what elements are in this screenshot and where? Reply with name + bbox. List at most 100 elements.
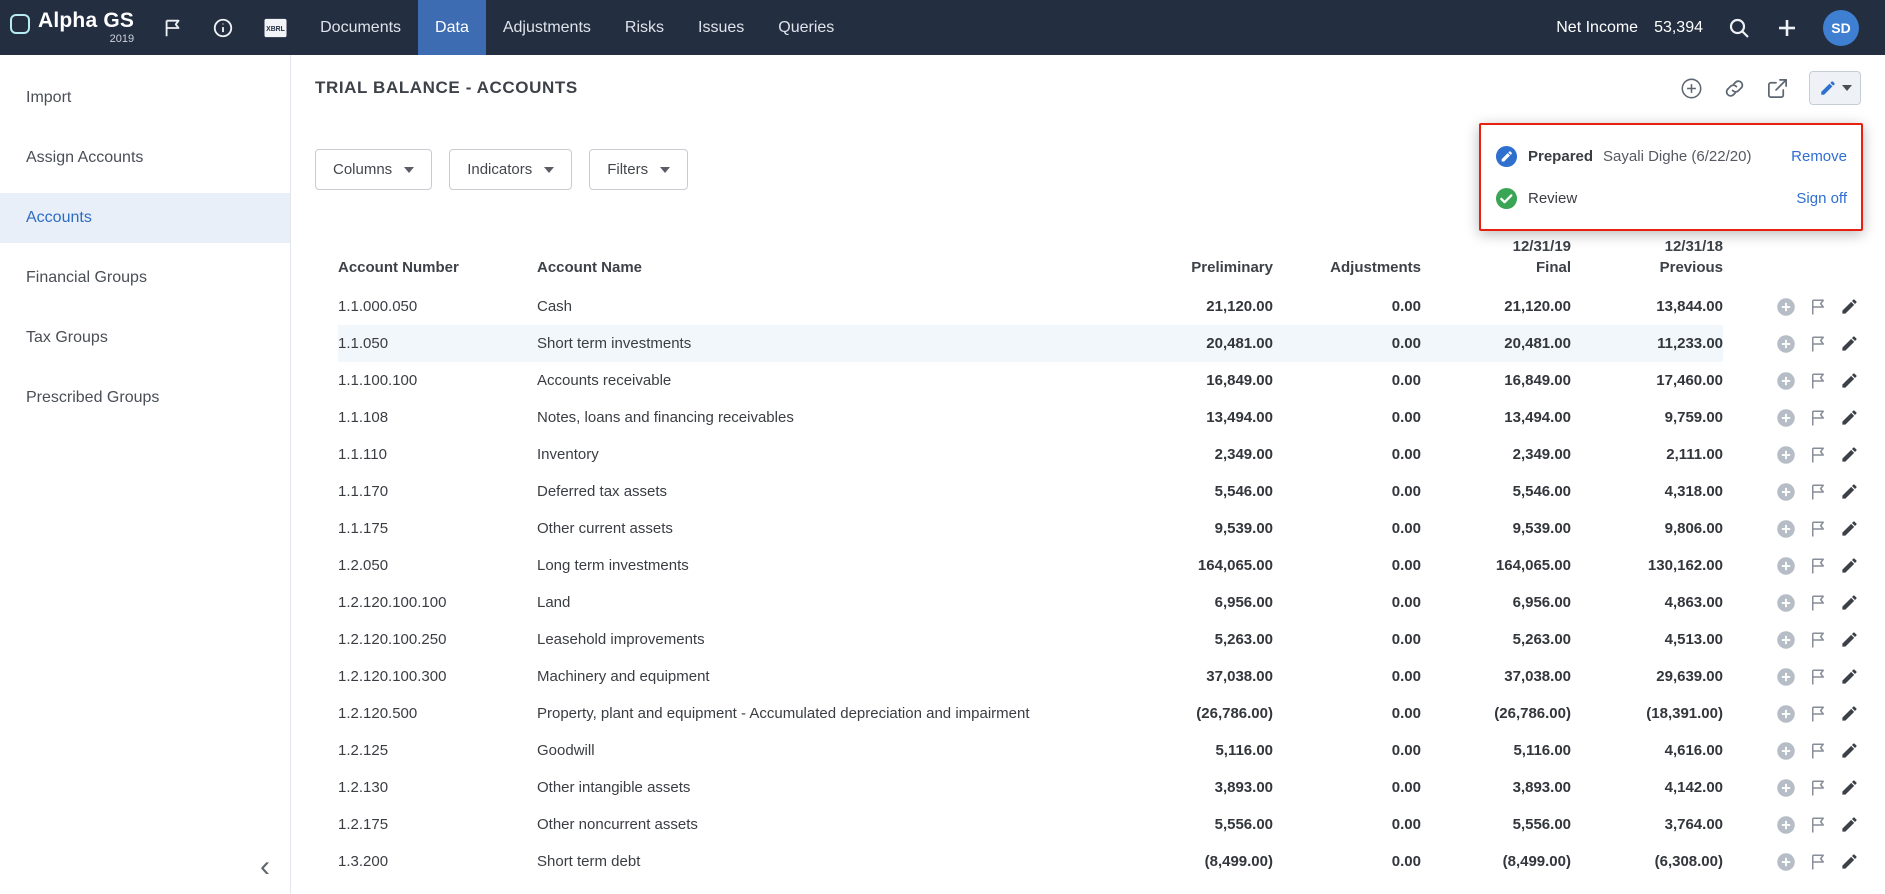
edit-icon[interactable] — [1840, 371, 1859, 390]
add-adjustment-icon[interactable] — [1776, 408, 1796, 428]
add-circle-icon[interactable] — [1680, 77, 1703, 100]
add-adjustment-icon[interactable] — [1776, 519, 1796, 539]
indicators-dropdown-button[interactable]: Indicators — [449, 149, 572, 190]
flag-icon[interactable] — [1809, 409, 1827, 427]
add-adjustment-icon[interactable] — [1776, 297, 1796, 317]
add-adjustment-icon[interactable] — [1776, 852, 1796, 872]
add-adjustment-icon[interactable] — [1776, 741, 1796, 761]
sidebar-item-assign-accounts[interactable]: Assign Accounts — [0, 133, 290, 183]
adjustments-cell: 0.00 — [1273, 779, 1421, 796]
add-adjustment-icon[interactable] — [1776, 334, 1796, 354]
previous-cell: 4,616.00 — [1571, 742, 1723, 759]
flag-icon[interactable] — [1809, 483, 1827, 501]
edit-icon[interactable] — [1840, 445, 1859, 464]
flag-icon[interactable] — [1809, 298, 1827, 316]
add-adjustment-icon[interactable] — [1776, 445, 1796, 465]
edit-icon[interactable] — [1840, 852, 1859, 871]
edit-icon[interactable] — [1840, 297, 1859, 316]
menu-item-adjustments[interactable]: Adjustments — [486, 0, 608, 55]
account-name-cell: Leasehold improvements — [537, 631, 1113, 648]
edit-icon[interactable] — [1840, 667, 1859, 686]
sidebar-item-import[interactable]: Import — [0, 73, 290, 123]
edit-icon[interactable] — [1840, 593, 1859, 612]
sidebar-item-accounts[interactable]: Accounts — [0, 193, 290, 243]
flag-icon[interactable] — [1809, 631, 1827, 649]
menu-item-risks[interactable]: Risks — [608, 0, 681, 55]
search-icon[interactable] — [1727, 16, 1751, 40]
add-adjustment-icon[interactable] — [1776, 778, 1796, 798]
preliminary-cell: 20,481.00 — [1113, 325, 1273, 362]
menu-item-queries[interactable]: Queries — [761, 0, 851, 55]
flag-icon[interactable] — [1809, 557, 1827, 575]
menu-item-data[interactable]: Data — [418, 0, 486, 55]
edit-icon[interactable] — [1840, 334, 1859, 353]
final-cell: 20,481.00 — [1421, 325, 1571, 362]
flag-icon[interactable] — [1809, 446, 1827, 464]
remove-link[interactable]: Remove — [1791, 148, 1847, 165]
edit-icon[interactable] — [1840, 482, 1859, 501]
menu-item-label: Risks — [625, 19, 664, 37]
add-icon[interactable] — [1775, 16, 1799, 40]
sidebar-item-tax-groups[interactable]: Tax Groups — [0, 313, 290, 363]
link-icon[interactable] — [1723, 77, 1746, 100]
flag-icon[interactable] — [1809, 705, 1827, 723]
menu-item-documents[interactable]: Documents — [303, 0, 418, 55]
flag-icon[interactable] — [1809, 742, 1827, 760]
add-adjustment-icon[interactable] — [1776, 815, 1796, 835]
edit-icon[interactable] — [1840, 815, 1859, 834]
flag-icon[interactable] — [1809, 853, 1827, 871]
table-row: 1.2.120.100.250 Leasehold improvements 5… — [338, 621, 1861, 658]
filters-dropdown-button[interactable]: Filters — [589, 149, 688, 190]
sidebar-collapse-chevron-icon[interactable]: ‹ — [250, 854, 280, 884]
xbrl-icon[interactable]: XBRL — [262, 17, 289, 39]
avatar[interactable]: SD — [1823, 10, 1859, 46]
edit-icon[interactable] — [1840, 741, 1859, 760]
chevron-down-icon — [404, 167, 414, 173]
add-adjustment-icon[interactable] — [1776, 556, 1796, 576]
flag-icon[interactable] — [1809, 594, 1827, 612]
app-title: Alpha GS 2019 — [38, 10, 134, 45]
columns-dropdown-button[interactable]: Columns — [315, 149, 432, 190]
row-actions — [1723, 852, 1861, 872]
flag-icon[interactable] — [1809, 372, 1827, 390]
sidebar-item-prescribed-groups[interactable]: Prescribed Groups — [0, 373, 290, 423]
info-icon[interactable] — [212, 17, 234, 39]
add-adjustment-icon[interactable] — [1776, 482, 1796, 502]
adjustments-cell: 0.00 — [1273, 594, 1421, 611]
app-brand[interactable]: Alpha GS 2019 — [0, 0, 138, 55]
edit-icon[interactable] — [1840, 630, 1859, 649]
signoff-link[interactable]: Sign off — [1796, 190, 1847, 207]
preliminary-cell: 3,893.00 — [1113, 779, 1273, 796]
final-cell: 5,546.00 — [1421, 483, 1571, 500]
app-name: Alpha GS — [38, 10, 134, 31]
add-adjustment-icon[interactable] — [1776, 630, 1796, 650]
add-adjustment-icon[interactable] — [1776, 667, 1796, 687]
edit-icon[interactable] — [1840, 556, 1859, 575]
table-row: 1.2.130 Other intangible assets 3,893.00… — [338, 769, 1861, 806]
signoff-dropdown-button[interactable] — [1809, 71, 1861, 105]
sidebar-item-financial-groups[interactable]: Financial Groups — [0, 253, 290, 303]
external-link-icon[interactable] — [1766, 77, 1789, 100]
flag-icon[interactable] — [1809, 779, 1827, 797]
edit-icon[interactable] — [1840, 778, 1859, 797]
edit-icon[interactable] — [1840, 704, 1859, 723]
navbar-icon-group: XBRL — [138, 0, 303, 55]
add-adjustment-icon[interactable] — [1776, 593, 1796, 613]
previous-cell: (18,391.00) — [1571, 705, 1723, 722]
flag-icon[interactable] — [1809, 816, 1827, 834]
menu-item-issues[interactable]: Issues — [681, 0, 761, 55]
row-actions — [1723, 371, 1861, 391]
flag-icon[interactable] — [162, 17, 184, 39]
add-adjustment-icon[interactable] — [1776, 371, 1796, 391]
edit-icon[interactable] — [1840, 408, 1859, 427]
account-number-cell: 1.1.100.100 — [338, 372, 537, 389]
edit-icon[interactable] — [1840, 519, 1859, 538]
add-adjustment-icon[interactable] — [1776, 704, 1796, 724]
flag-icon[interactable] — [1809, 520, 1827, 538]
flag-icon[interactable] — [1809, 335, 1827, 353]
preliminary-cell: 37,038.00 — [1113, 668, 1273, 685]
table-header: Account Number Account Name Preliminary … — [338, 236, 1861, 288]
app-logo-icon — [10, 14, 30, 34]
chevron-down-icon — [544, 167, 554, 173]
flag-icon[interactable] — [1809, 668, 1827, 686]
